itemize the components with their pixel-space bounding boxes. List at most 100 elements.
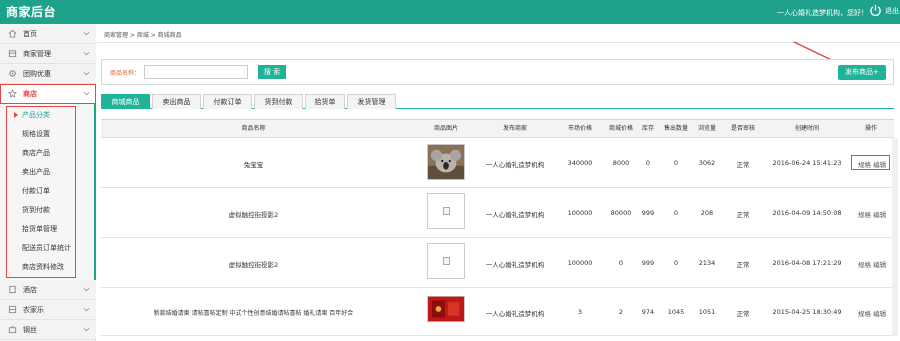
- product-name: 虚拟触控街投影2: [228, 261, 279, 269]
- subitem-paid-orders[interactable]: 付款订单: [22, 183, 92, 199]
- subitem-label: 配送员订单统计: [22, 244, 71, 252]
- subitem-label: 货到付款: [22, 206, 50, 214]
- product-image[interactable]: [427, 193, 465, 229]
- subitem-shop-profile[interactable]: 商店资料修改: [22, 259, 92, 275]
- sidebar-item-label: 农家乐: [23, 305, 44, 314]
- breadcrumb: 商家管理 > 商城 > 商城商品: [104, 32, 182, 39]
- col-header: 商城价格: [608, 125, 633, 132]
- tools-icon: [8, 325, 17, 334]
- koala-photo: [428, 144, 464, 180]
- chevron-down-icon: [83, 51, 90, 56]
- sidebar-item-groupbuy[interactable]: 团购优惠: [0, 64, 96, 84]
- col-header: 是否审核: [730, 125, 755, 132]
- product-image[interactable]: [427, 144, 465, 180]
- subitem-label: 产品分类: [22, 111, 50, 119]
- created-time: 2016-04-09 14:50:08: [772, 209, 842, 217]
- breadcrumb-divider: [97, 42, 900, 43]
- actions-highlight-box: [851, 155, 890, 170]
- sidebar-item-label: 首页: [23, 29, 37, 38]
- subitem-label: 商店产品: [22, 149, 50, 157]
- row-actions[interactable]: 规格 编辑: [858, 259, 886, 269]
- sidebar-item-merchant[interactable]: 商家管理: [0, 44, 96, 64]
- col-header: 创建时间: [794, 125, 819, 132]
- red-invitation-photo: [428, 296, 464, 322]
- subitem-shop-products[interactable]: 商店产品: [22, 145, 92, 161]
- subitem-sold-products[interactable]: 卖出产品: [22, 164, 92, 180]
- search-button[interactable]: 搜 索: [258, 65, 286, 79]
- chevron-down-icon: [83, 327, 90, 332]
- stock: 0: [645, 159, 651, 167]
- stock: 999: [641, 209, 655, 217]
- sidebar-item-hotel[interactable]: 酒店: [0, 280, 96, 300]
- sidebar-item-label: 钢丝: [23, 325, 37, 334]
- subitem-label: 付款订单: [22, 187, 50, 195]
- shop-price: 0: [618, 259, 624, 267]
- tab-picking-list[interactable]: 拾货单: [305, 94, 345, 109]
- brand-title: 商家后台: [6, 5, 57, 19]
- col-header: 操作: [864, 125, 877, 132]
- product-image[interactable]: [427, 296, 465, 322]
- product-name-input[interactable]: [144, 65, 248, 79]
- sidebar-item-steel[interactable]: 钢丝: [0, 320, 96, 340]
- merchant: 一人心婚礼造梦机构: [485, 310, 545, 318]
- row-actions[interactable]: 规格 编辑: [858, 209, 886, 219]
- sidebar-item-label: 团购优惠: [23, 69, 51, 78]
- sidebar-item-label: 商家管理: [23, 49, 51, 58]
- product-name: 兔宝宝: [243, 161, 264, 169]
- market-price: 100000: [567, 209, 593, 217]
- welcome-text: 一人心婚礼造梦机构，您好！: [777, 9, 868, 17]
- subitem-spec-settings[interactable]: 规格设置: [22, 126, 92, 142]
- created-time: 2015-04-25 18:30:49: [772, 308, 842, 316]
- power-icon: [870, 4, 881, 17]
- table-row: 虚拟触控街投影2 一人心婚礼造梦机构 100000 0 999 0 2134 正…: [101, 238, 894, 288]
- market-price: 340000: [567, 159, 593, 167]
- tab-shop-products[interactable]: 商城商品: [101, 94, 150, 109]
- scrollbar[interactable]: [892, 138, 898, 336]
- subitem-courier-stats[interactable]: 配送员订单统计: [22, 240, 92, 256]
- sidebar-item-label: 酒店: [23, 285, 37, 294]
- shop-price: 2: [618, 308, 624, 316]
- active-triangle-icon: [14, 112, 18, 118]
- home-icon: [8, 29, 17, 38]
- product-name: 虚拟触控街投影2: [228, 211, 279, 219]
- tab-sold-products[interactable]: 卖出商品: [152, 94, 201, 109]
- stock: 974: [641, 308, 655, 316]
- logout-button[interactable]: 退出: [869, 4, 899, 17]
- shop-highlight-box: [0, 84, 96, 104]
- chevron-down-icon: [83, 307, 90, 312]
- tab-paid-orders[interactable]: 付款订单: [203, 94, 252, 109]
- tab-shipping[interactable]: 发货管理: [347, 94, 396, 109]
- shop-price: 8000: [612, 159, 630, 167]
- subitem-product-category[interactable]: 产品分类: [14, 107, 92, 123]
- top-bar: 商家后台 一人心婚礼造梦机构，您好！ 退出: [0, 0, 900, 24]
- subitem-label: 商店资料修改: [22, 263, 64, 271]
- chevron-down-icon: [83, 71, 90, 76]
- publish-product-button[interactable]: 发布商品+: [838, 65, 886, 80]
- subitem-label: 规格设置: [22, 130, 50, 138]
- table-row: 新款结婚请柬 请帖喜帖定制 中式个性创意结婚请帖喜帖 婚礼请柬 百年好合 一人心…: [101, 288, 894, 336]
- col-header: 市场价格: [567, 125, 592, 132]
- market-price: 100000: [567, 259, 593, 267]
- subitem-picking-list[interactable]: 拾货单管理: [22, 221, 92, 237]
- chevron-down-icon: [83, 287, 90, 292]
- gear-icon: [9, 70, 16, 77]
- shop-price: 80000: [610, 209, 632, 217]
- submenu-accent-bar: [94, 104, 96, 284]
- tab-cash-on-delivery[interactable]: 货到付款: [254, 94, 303, 109]
- table-header: 商品名称 商品图片 发布商家 市场价格 商城价格 库存 售出数量 浏览量 是否审…: [101, 120, 894, 138]
- subitem-label: 拾货单管理: [22, 225, 57, 233]
- merchant: 一人心婚礼造梦机构: [485, 211, 545, 219]
- sidebar-item-home[interactable]: 首页: [0, 24, 96, 44]
- sidebar-item-farm[interactable]: 农家乐: [0, 300, 96, 320]
- logout-label: 退出: [885, 6, 899, 15]
- view-count: 3062: [698, 159, 716, 167]
- col-header: 发布商家: [502, 125, 527, 132]
- product-image[interactable]: [427, 243, 465, 279]
- table-row: 虚拟触控街投影2 一人心婚礼造梦机构 100000 80000 999 0 20…: [101, 188, 894, 238]
- merchant: 一人心婚礼造梦机构: [485, 261, 545, 269]
- subitem-cash-on-delivery[interactable]: 货到付款: [22, 202, 92, 218]
- farm-icon: [8, 305, 17, 314]
- audit-status: 正常: [736, 161, 750, 169]
- col-header: 商品名称: [241, 125, 266, 132]
- row-actions[interactable]: 规格 编辑: [858, 308, 886, 318]
